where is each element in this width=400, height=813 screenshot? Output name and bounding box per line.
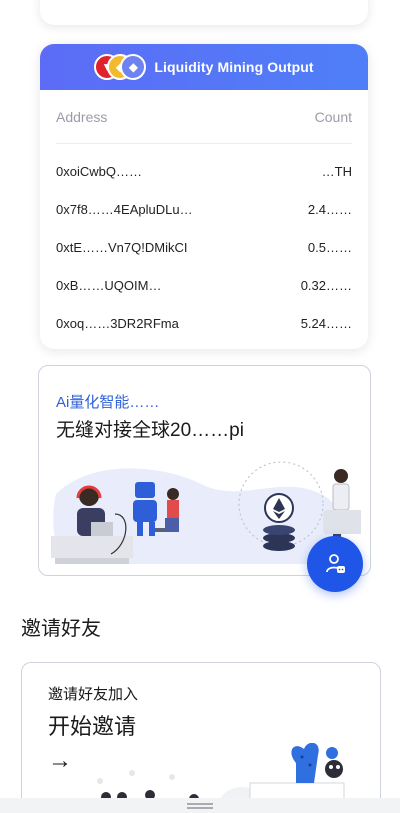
invite-section-heading: 邀请好友: [21, 618, 101, 640]
liquidity-rows: 0xoiCwbQ…… …TH 0x7f8……4EApluDLu… 2.4…… 0…: [40, 152, 368, 342]
support-fab-button[interactable]: [307, 536, 363, 592]
liquidity-row: 0xoiCwbQ…… …TH: [56, 152, 352, 190]
row-address: 0xoiCwbQ……: [56, 163, 142, 179]
user-support-icon: [326, 554, 345, 573]
column-address: Address: [56, 108, 108, 125]
drag-handle-icon[interactable]: [187, 802, 213, 809]
liquidity-row: 0xtE……Vn7Q!DMikCI 0.5……: [56, 228, 352, 266]
row-count: 2.4……: [307, 201, 352, 217]
liquidity-column-header: Address Count: [56, 90, 352, 144]
liquidity-row: 0xB……UQOIM… 0.32……: [56, 266, 352, 304]
page: ▼ ◆ ◆ Liquidity Mining Output Address Co…: [0, 0, 400, 813]
coin-icons: ▼ ◆ ◆: [94, 54, 147, 80]
liquidity-row: 0x7f8……4EApluDLu… 2.4……: [56, 190, 352, 228]
liquidity-mining-card: ▼ ◆ ◆ Liquidity Mining Output Address Co…: [40, 44, 368, 349]
bottom-handle-bar[interactable]: [0, 798, 400, 813]
column-count: Count: [314, 108, 352, 125]
row-address: 0xoq……3DR2RFma: [56, 315, 179, 331]
invite-title: 开始邀请: [48, 714, 137, 739]
previous-card: [40, 0, 368, 25]
ai-tag: Ai量化智能……: [56, 394, 160, 411]
liquidity-title: Liquidity Mining Output: [154, 59, 314, 75]
liquidity-row: 0xoq……3DR2RFma 5.24……: [56, 304, 352, 342]
liquidity-header: ▼ ◆ ◆ Liquidity Mining Output: [40, 44, 368, 90]
row-address: 0x7f8……4EApluDLu…: [56, 201, 193, 217]
invite-subtitle: 邀请好友加入: [48, 686, 139, 703]
row-count: …TH: [321, 163, 352, 179]
row-address: 0xB……UQOIM…: [56, 277, 162, 293]
invite-card[interactable]: 邀请好友加入 开始邀请 →: [21, 662, 381, 813]
row-count: 5.24……: [300, 315, 352, 331]
row-address: 0xtE……Vn7Q!DMikCI: [56, 239, 188, 255]
ai-title: 无缝对接全球20……pi: [56, 420, 244, 441]
row-count: 0.32……: [300, 277, 352, 293]
row-count: 0.5……: [307, 239, 352, 255]
eth-coin-icon: ◆: [120, 54, 147, 80]
arrow-right-icon[interactable]: →: [48, 747, 72, 775]
